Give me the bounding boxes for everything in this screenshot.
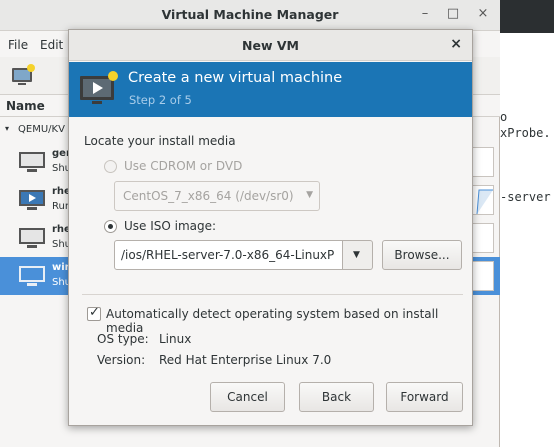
window-titlebar: Virtual Machine Manager – □ × [0,0,500,31]
terminal-titlebar [500,0,554,33]
cdrom-device-value: CentOS_7_x86_64 (/dev/sr0) [123,189,294,203]
iso-path-input[interactable]: /ios/RHEL-server-7.0-x86_64-LinuxP [114,240,343,270]
wizard-title: Create a new virtual machine [128,70,343,86]
cancel-button[interactable]: Cancel [210,382,285,412]
terminal-line: -server [500,190,551,204]
browse-button[interactable]: Browse... [382,240,462,270]
expander-icon[interactable]: ▾ [5,124,9,133]
cdrom-device-dropdown[interactable]: CentOS_7_x86_64 (/dev/sr0) ▼ [114,181,320,211]
connection-row[interactable]: ▾ QEMU/KV [0,122,70,140]
terminal-line: o [500,110,508,124]
os-version-key: Version: [97,353,146,367]
menu-file[interactable]: File [8,38,28,52]
vm-monitor-icon [19,228,45,248]
dialog-title: New VM [242,38,299,53]
vm-monitor-icon [19,152,45,172]
os-version-value: Red Hat Enterprise Linux 7.0 [159,353,332,367]
iso-radio[interactable] [104,220,117,233]
chevron-down-icon: ▼ [306,190,313,200]
terminal-line: xProbe. [500,126,551,140]
new-vm-dialog: New VM × Create a new virtual machine St… [68,29,473,426]
iso-label: Use ISO image: [124,219,217,233]
os-type-key: OS type: [97,332,149,346]
close-icon[interactable]: × [474,6,492,21]
forward-button[interactable]: Forward [386,382,463,412]
checkmark-icon: ✓ [89,305,100,320]
dialog-titlebar: New VM × [69,30,472,61]
new-vm-icon [80,71,118,104]
auto-detect-checkbox[interactable]: ✓ [87,305,101,321]
section-label: Locate your install media [84,134,236,148]
new-vm-toolbar-button[interactable] [10,63,36,87]
cpu-graph-line [476,189,493,215]
wizard-step: Step 2 of 5 [129,93,192,107]
iso-path-value: /ios/RHEL-server-7.0-x86_64-LinuxP [121,248,335,262]
cpu-usage-graph [472,223,494,253]
auto-detect-label: Automatically detect operating system ba… [106,307,439,335]
iso-history-dropdown[interactable]: ▼ [343,240,373,270]
name-column-header: Name [6,99,45,113]
cpu-usage-graph [472,185,494,215]
minimize-icon[interactable]: – [416,6,434,21]
cdrom-label: Use CDROM or DVD [124,159,243,173]
divider [82,294,463,295]
wizard-banner: Create a new virtual machine Step 2 of 5 [69,62,472,117]
back-button[interactable]: Back [299,382,374,412]
close-icon[interactable]: × [450,36,462,52]
chevron-down-icon: ▼ [353,250,360,260]
vm-running-icon [19,190,45,210]
os-type-value: Linux [159,332,192,346]
maximize-icon[interactable]: □ [444,6,462,21]
new-vm-icon [12,64,35,85]
cpu-usage-graph [472,147,494,177]
vm-monitor-icon [19,266,45,286]
menu-edit[interactable]: Edit [40,38,63,52]
cpu-usage-graph [472,261,494,291]
connection-name: QEMU/KV [18,124,65,135]
cdrom-radio[interactable] [104,160,117,173]
